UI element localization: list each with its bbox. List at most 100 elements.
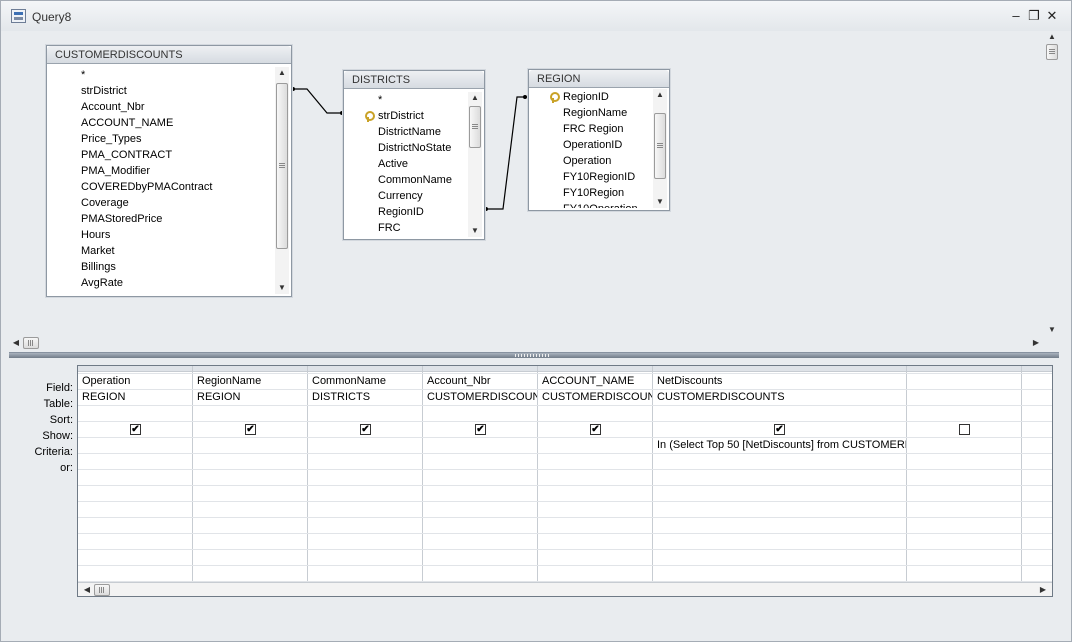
column-selector[interactable] bbox=[538, 366, 652, 372]
grid-cell-or[interactable] bbox=[308, 453, 422, 469]
grid-cell-criteria[interactable] bbox=[193, 437, 307, 453]
pane-splitter[interactable] bbox=[9, 352, 1059, 358]
grid-cell-sort[interactable] bbox=[907, 405, 1021, 421]
field-item[interactable]: Market bbox=[81, 243, 115, 259]
design-vertical-scrollbar[interactable]: ▲ ▼ bbox=[1045, 31, 1059, 336]
grid-cell-or[interactable] bbox=[653, 453, 906, 469]
field-item[interactable]: * bbox=[81, 67, 85, 83]
title-bar[interactable]: Query8 – ❐ ✕ bbox=[1, 1, 1071, 31]
grid-cell-table[interactable]: REGION bbox=[78, 389, 192, 405]
scroll-left-arrow[interactable]: ◀ bbox=[80, 584, 94, 596]
table-title[interactable]: CUSTOMERDISCOUNTS bbox=[47, 46, 291, 64]
show-checkbox[interactable] bbox=[959, 424, 970, 435]
scroll-thumb[interactable] bbox=[276, 83, 288, 249]
column-selector[interactable] bbox=[193, 366, 307, 372]
field-item[interactable]: FY10RegionID bbox=[563, 169, 635, 185]
field-list-scrollbar[interactable]: ▲ ▼ bbox=[275, 67, 289, 294]
field-list[interactable]: * strDistrict DistrictName DistrictNoState A… bbox=[348, 92, 464, 237]
grid-cell-field[interactable]: CommonName bbox=[308, 373, 422, 389]
grid-cell-field[interactable]: RegionName bbox=[193, 373, 307, 389]
field-item[interactable]: PMA_Modifier bbox=[81, 163, 150, 179]
grid-cell-criteria[interactable] bbox=[1022, 437, 1052, 453]
field-item[interactable]: AvgRate bbox=[81, 275, 123, 291]
scroll-up-arrow[interactable]: ▲ bbox=[653, 89, 667, 101]
column-selector[interactable] bbox=[78, 366, 192, 372]
scroll-left-arrow[interactable]: ◀ bbox=[9, 337, 23, 349]
grid-cell-sort[interactable] bbox=[538, 405, 652, 421]
scroll-thumb[interactable] bbox=[469, 106, 481, 148]
field-item[interactable]: Active bbox=[378, 156, 408, 172]
column-selector[interactable] bbox=[1022, 366, 1052, 372]
scroll-down-arrow[interactable]: ▼ bbox=[1045, 324, 1059, 336]
grid-cell-sort[interactable] bbox=[423, 405, 537, 421]
grid-cell-sort[interactable] bbox=[1022, 405, 1052, 421]
close-button[interactable]: ✕ bbox=[1044, 8, 1060, 24]
scroll-down-arrow[interactable]: ▼ bbox=[468, 225, 482, 237]
field-item[interactable]: DistrictNoState bbox=[378, 140, 451, 156]
field-item[interactable]: Account_Nbr bbox=[81, 99, 145, 115]
field-item[interactable]: Billings bbox=[81, 259, 116, 275]
grid-cell-table[interactable]: DISTRICTS bbox=[308, 389, 422, 405]
field-item[interactable]: FRC Region bbox=[563, 121, 624, 137]
query-design-grid[interactable]: Operation REGION ✔ RegionName REGION ✔ CommonN… bbox=[77, 365, 1053, 597]
field-item[interactable]: strDistrict bbox=[378, 108, 424, 124]
field-item[interactable]: Hours bbox=[81, 227, 110, 243]
field-item[interactable]: Coverage bbox=[81, 195, 129, 211]
column-selector[interactable] bbox=[653, 366, 906, 372]
grid-cell-field[interactable]: ACCOUNT_NAME bbox=[538, 373, 652, 389]
show-checkbox[interactable]: ✔ bbox=[590, 424, 601, 435]
grid-cell-field[interactable]: Account_Nbr bbox=[423, 373, 537, 389]
table-title[interactable]: REGION bbox=[529, 70, 669, 88]
field-item[interactable]: OperationID bbox=[563, 137, 622, 153]
grid-cell-sort[interactable] bbox=[193, 405, 307, 421]
grid-cell-sort[interactable] bbox=[308, 405, 422, 421]
field-item[interactable]: RegionName bbox=[563, 105, 627, 121]
field-item[interactable]: PMAStoredPrice bbox=[81, 211, 162, 227]
table-customerdiscounts[interactable]: CUSTOMERDISCOUNTS * strDistrict Account_Nb… bbox=[46, 45, 292, 297]
grid-cell-field[interactable]: Operation bbox=[78, 373, 192, 389]
grid-cell-field[interactable] bbox=[1022, 373, 1052, 389]
field-list[interactable]: RegionID RegionName FRC Region OperationID O… bbox=[533, 89, 649, 208]
field-item[interactable]: Currency bbox=[378, 188, 423, 204]
grid-cell-sort[interactable] bbox=[78, 405, 192, 421]
scroll-right-arrow[interactable]: ▶ bbox=[1029, 337, 1043, 349]
show-checkbox[interactable]: ✔ bbox=[130, 424, 141, 435]
grid-cell-criteria[interactable] bbox=[78, 437, 192, 453]
field-item[interactable]: NetDiscounts bbox=[81, 291, 146, 294]
table-title[interactable]: DISTRICTS bbox=[344, 71, 484, 89]
field-item[interactable]: strDistrict bbox=[81, 83, 127, 99]
grid-cell-or[interactable] bbox=[193, 453, 307, 469]
field-list[interactable]: * strDistrict Account_Nbr ACCOUNT_NAME Price… bbox=[51, 67, 271, 294]
grid-cell-table[interactable]: REGION bbox=[193, 389, 307, 405]
column-selector[interactable] bbox=[423, 366, 537, 372]
grid-cell-criteria[interactable] bbox=[308, 437, 422, 453]
scroll-right-arrow[interactable]: ▶ bbox=[1036, 584, 1050, 596]
field-list-scrollbar[interactable]: ▲ ▼ bbox=[653, 89, 667, 208]
scroll-thumb[interactable] bbox=[94, 584, 110, 596]
scroll-thumb[interactable] bbox=[1046, 44, 1058, 60]
table-districts[interactable]: DISTRICTS * strDistrict DistrictName Distri… bbox=[343, 70, 485, 240]
field-item[interactable]: RegionID bbox=[378, 204, 424, 220]
field-item[interactable]: DistrictName bbox=[378, 124, 441, 140]
field-list-scrollbar[interactable]: ▲ ▼ bbox=[468, 92, 482, 237]
show-checkbox[interactable]: ✔ bbox=[245, 424, 256, 435]
grid-cell-criteria[interactable] bbox=[907, 437, 1021, 453]
column-selector[interactable] bbox=[308, 366, 422, 372]
grid-cell-sort[interactable] bbox=[653, 405, 906, 421]
grid-cell-table[interactable] bbox=[907, 389, 1021, 405]
show-checkbox[interactable]: ✔ bbox=[774, 424, 785, 435]
show-checkbox[interactable]: ✔ bbox=[360, 424, 371, 435]
maximize-button[interactable]: ❐ bbox=[1026, 8, 1042, 24]
field-item[interactable]: CommonName bbox=[378, 172, 452, 188]
scroll-down-arrow[interactable]: ▼ bbox=[275, 282, 289, 294]
field-item[interactable]: FRC bbox=[378, 220, 401, 236]
field-item[interactable]: Operation bbox=[563, 153, 611, 169]
grid-cell-criteria[interactable] bbox=[423, 437, 537, 453]
grid-cell-table[interactable]: CUSTOMERDISCOUNTS bbox=[538, 389, 652, 405]
grid-cell-field[interactable]: NetDiscounts bbox=[653, 373, 906, 389]
scroll-thumb[interactable] bbox=[654, 113, 666, 179]
minimize-button[interactable]: – bbox=[1008, 8, 1024, 24]
show-checkbox[interactable]: ✔ bbox=[475, 424, 486, 435]
grid-cell-or[interactable] bbox=[423, 453, 537, 469]
grid-cell-field[interactable] bbox=[907, 373, 1021, 389]
